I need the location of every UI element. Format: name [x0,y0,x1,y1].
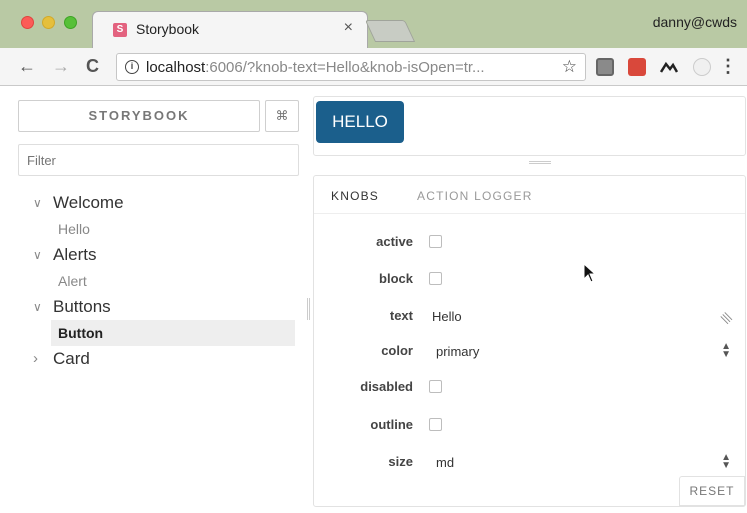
tree-kind-buttons[interactable]: ∨ Buttons [18,294,299,320]
select-arrows-icon: ▲ ▼ [721,341,731,360]
addons-resize-handle[interactable] [529,161,551,164]
profile-name[interactable]: danny@cwds [653,14,737,30]
knob-row-outline: outline [314,411,745,441]
knob-row-disabled: disabled [314,373,745,403]
address-bar[interactable]: i localhost:6006/?knob-text=Hello&knob-i… [116,53,586,81]
chevron-down-icon: ∨ [33,196,42,210]
extension-mountain-icon[interactable] [660,58,678,76]
chevron-down-icon: ∨ [33,248,42,262]
chevron-down-icon: ∨ [33,300,42,314]
url-text[interactable]: localhost:6006/?knob-text=Hello&knob-isO… [146,59,485,76]
knob-row-block: block [314,265,745,295]
knob-label: block [379,271,413,286]
menu-icon[interactable]: ⋮ [719,56,737,77]
addons-panel: KNOBS ACTION LOGGER active block text He… [313,175,746,507]
storybook-favicon-icon: S [113,23,127,37]
addon-tab-bar: KNOBS ACTION LOGGER [314,176,745,214]
minimize-window-button[interactable] [42,16,55,29]
select-arrows-icon: ▲ ▼ [721,452,731,471]
stories-tree: ∨ Welcome Hello ∨ Alerts Alert ∨ Buttons… [18,190,299,372]
hello-button[interactable]: HELLO [316,101,404,143]
knob-label: text [389,308,413,323]
maximize-window-button[interactable] [64,16,77,29]
size-select[interactable]: md [424,448,738,478]
chevron-right-icon: › [33,350,38,367]
filter-input[interactable] [18,144,299,176]
extension-gray-icon[interactable] [693,58,711,76]
knob-label: color [381,343,413,358]
tree-kind-label: Alerts [53,245,97,264]
browser-toolbar: ← → C i localhost:6006/?knob-text=Hello&… [0,48,747,86]
knob-row-color: color primary ▲ ▼ [314,337,745,367]
extension-square-icon[interactable] [596,58,614,76]
new-tab-button[interactable] [364,20,416,42]
mouse-cursor-icon [583,263,597,283]
disabled-checkbox[interactable] [429,380,442,393]
color-select[interactable]: primary [424,337,738,367]
tree-kind-label: Welcome [53,193,124,212]
url-host: localhost [146,59,206,76]
tab-knobs[interactable]: KNOBS [331,189,379,203]
tree-kind-label: Buttons [53,297,111,316]
tree-story-alert[interactable]: Alert [18,268,299,294]
tree-story-button-selected[interactable]: Button [51,320,295,346]
sidebar-resize-handle[interactable] [307,298,310,320]
outline-checkbox[interactable] [429,418,442,431]
tree-kind-welcome[interactable]: ∨ Welcome [18,190,299,216]
knob-label: outline [370,417,413,432]
tree-kind-alerts[interactable]: ∨ Alerts [18,242,299,268]
shortcuts-button[interactable]: ⌘ [265,100,299,132]
reload-icon[interactable]: C [86,56,99,77]
knob-row-text: text Hello ||| [314,302,745,332]
star-icon[interactable]: ☆ [562,57,577,77]
active-checkbox[interactable] [429,235,442,248]
close-window-button[interactable] [21,16,34,29]
preview-pane: HELLO [313,96,746,156]
knob-label: size [388,454,413,469]
reset-button[interactable]: RESET [679,476,745,506]
knob-label: active [376,234,413,249]
tree-kind-label: Card [53,349,90,368]
browser-title-bar: S Storybook × danny@cwds [0,0,747,48]
tab-action-logger[interactable]: ACTION LOGGER [417,189,533,203]
info-icon[interactable]: i [125,60,139,74]
browser-tab-storybook[interactable]: S Storybook × [92,11,368,48]
extension-red-icon[interactable] [628,58,646,76]
back-icon[interactable]: ← [18,56,36,77]
block-checkbox[interactable] [429,272,442,285]
text-input[interactable]: Hello [424,302,738,332]
storybook-brand-button[interactable]: STORYBOOK [18,100,260,132]
tree-story-hello[interactable]: Hello [18,216,299,242]
tab-title: Storybook [136,21,200,37]
tree-kind-card[interactable]: › Card [18,346,299,372]
knob-label: disabled [360,379,413,394]
forward-icon[interactable]: → [52,56,70,77]
url-rest: :6006/?knob-text=Hello&knob-isOpen=tr... [205,59,485,76]
tab-close-icon[interactable]: × [344,19,353,37]
knob-row-active: active [314,228,745,258]
knob-row-size: size md ▲ ▼ [314,448,745,478]
